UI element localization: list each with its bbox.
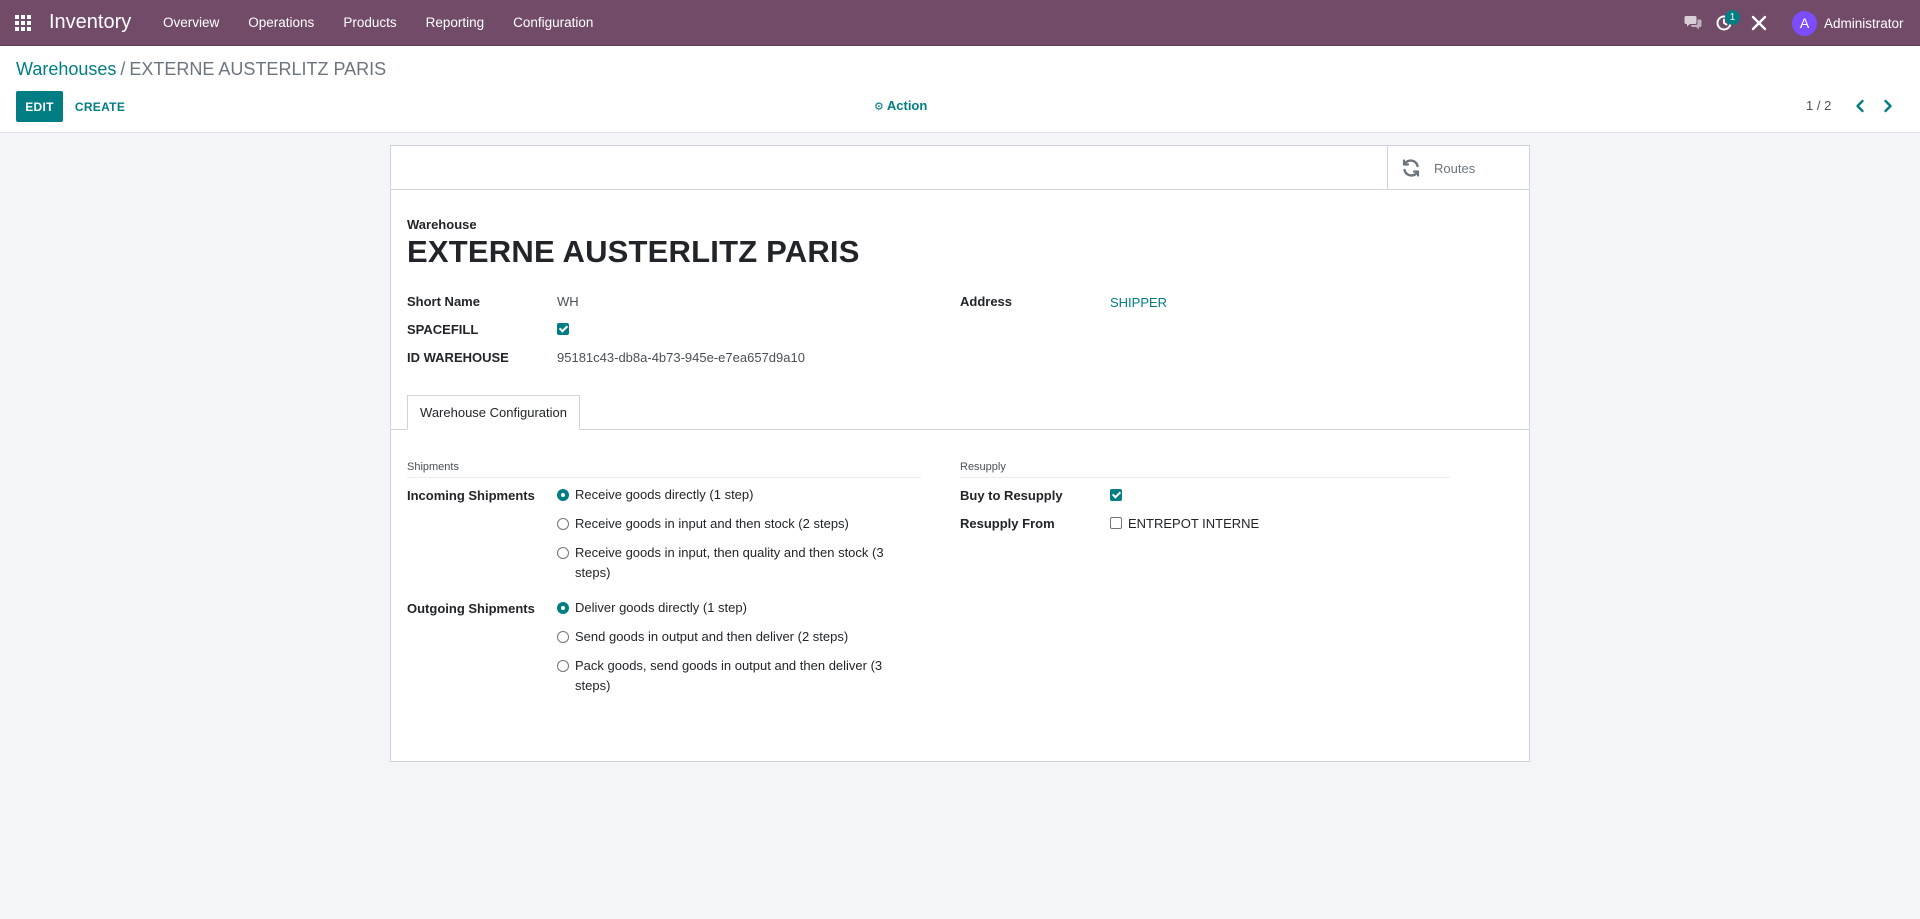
spacefill-checkbox: [557, 323, 569, 335]
incoming-option-1-step[interactable]: Receive goods directly (1 step): [557, 485, 897, 505]
radio-label: Receive goods directly (1 step): [575, 487, 754, 502]
control-panel: Warehouses / EXTERNE AUSTERLITZ PARIS EDIT…: [0, 46, 1920, 133]
radio-unselected: [557, 518, 569, 530]
debug-tools-icon[interactable]: [1750, 14, 1768, 32]
short-name-value: WH: [557, 294, 579, 309]
radio-label: Pack goods, send goods in output and the…: [575, 658, 883, 693]
buy-to-resupply-checkbox: [1110, 489, 1122, 501]
form-sheet: Routes Warehouse EXTERNE AUSTERLITZ PARI…: [390, 145, 1530, 762]
warehouse-name: EXTERNE AUSTERLITZ PARIS: [407, 234, 860, 269]
id-warehouse-label: ID WAREHOUSE: [407, 350, 509, 365]
chevron-left-icon[interactable]: [1848, 94, 1872, 118]
address-label: Address: [960, 294, 1013, 309]
smart-button-box: Routes: [391, 146, 1529, 190]
pager-value[interactable]: 1 / 2: [1806, 98, 1831, 113]
outgoing-option-3-steps[interactable]: Pack goods, send goods in output and the…: [557, 656, 897, 696]
edit-button[interactable]: EDIT: [16, 91, 63, 122]
apps-grid-icon[interactable]: [15, 15, 31, 31]
tab-warehouse-configuration[interactable]: Warehouse Configuration: [407, 395, 580, 430]
buy-to-resupply-label: Buy to Resupply: [960, 488, 1063, 503]
menu-item-operations[interactable]: Operations: [237, 0, 325, 46]
incoming-shipments-label: Incoming Shipments: [407, 488, 535, 503]
user-avatar[interactable]: A: [1792, 11, 1817, 36]
resupply-separator: [960, 477, 1450, 478]
top-navbar: Inventory Overview Operations Products R…: [0, 0, 1920, 46]
breadcrumb-warehouses-link[interactable]: Warehouses: [16, 59, 116, 79]
chat-icon[interactable]: [1684, 15, 1702, 30]
outgoing-option-1-step[interactable]: Deliver goods directly (1 step): [557, 598, 897, 618]
radio-unselected: [557, 631, 569, 643]
menu-item-products[interactable]: Products: [332, 0, 407, 46]
incoming-option-3-steps[interactable]: Receive goods in input, then quality and…: [557, 543, 897, 583]
resupply-from-label: Resupply From: [960, 516, 1055, 531]
resupply-from-option-label: ENTREPOT INTERNE: [1128, 516, 1260, 531]
radio-selected: [557, 602, 569, 614]
radio-unselected: [557, 660, 569, 672]
chevron-right-icon[interactable]: [1876, 94, 1900, 118]
title-field-label: Warehouse: [407, 217, 477, 232]
menu-item-overview[interactable]: Overview: [152, 0, 230, 46]
menu-item-configuration[interactable]: Configuration: [502, 0, 604, 46]
outgoing-shipments-label: Outgoing Shipments: [407, 601, 535, 616]
routes-label: Routes: [1434, 161, 1476, 176]
action-menu-button[interactable]: ⚙ Action: [874, 98, 927, 113]
radio-label: Send goods in output and then deliver (2…: [575, 629, 849, 644]
gear-icon: ⚙: [874, 101, 884, 113]
user-menu[interactable]: Administrator: [1824, 16, 1904, 31]
activity-count-badge: 1: [1725, 10, 1740, 25]
app-name[interactable]: Inventory: [49, 11, 131, 34]
breadcrumb: Warehouses / EXTERNE AUSTERLITZ PARIS: [16, 59, 386, 80]
radio-unselected: [557, 547, 569, 559]
breadcrumb-current: EXTERNE AUSTERLITZ PARIS: [129, 59, 387, 79]
refresh-icon: [1402, 159, 1420, 177]
incoming-option-2-steps[interactable]: Receive goods in input and then stock (2…: [557, 514, 897, 534]
action-label: Action: [886, 98, 928, 113]
resupply-from-checkbox: [1110, 517, 1122, 529]
shipments-group-title: Shipments: [407, 461, 459, 473]
id-warehouse-value: 95181c43-db8a-4b73-945e-e7ea657d9a10: [557, 350, 805, 365]
menu-item-reporting[interactable]: Reporting: [415, 0, 496, 46]
radio-label: Receive goods in input and then stock (2…: [575, 516, 849, 531]
main-menu: Overview Operations Products Reporting C…: [152, 0, 611, 46]
radio-label: Receive goods in input, then quality and…: [575, 545, 884, 580]
create-button[interactable]: CREATE: [68, 91, 132, 122]
shipments-separator: [407, 477, 921, 478]
breadcrumb-separator: /: [120, 59, 126, 79]
radio-label: Deliver goods directly (1 step): [575, 600, 747, 615]
routes-smart-button[interactable]: Routes: [1387, 146, 1529, 190]
short-name-label: Short Name: [407, 294, 480, 309]
outgoing-option-2-steps[interactable]: Send goods in output and then deliver (2…: [557, 627, 897, 647]
resupply-group-title: Resupply: [960, 461, 1006, 473]
address-link[interactable]: SHIPPER: [1110, 295, 1167, 310]
spacefill-label: SPACEFILL: [407, 322, 479, 337]
radio-selected: [557, 489, 569, 501]
